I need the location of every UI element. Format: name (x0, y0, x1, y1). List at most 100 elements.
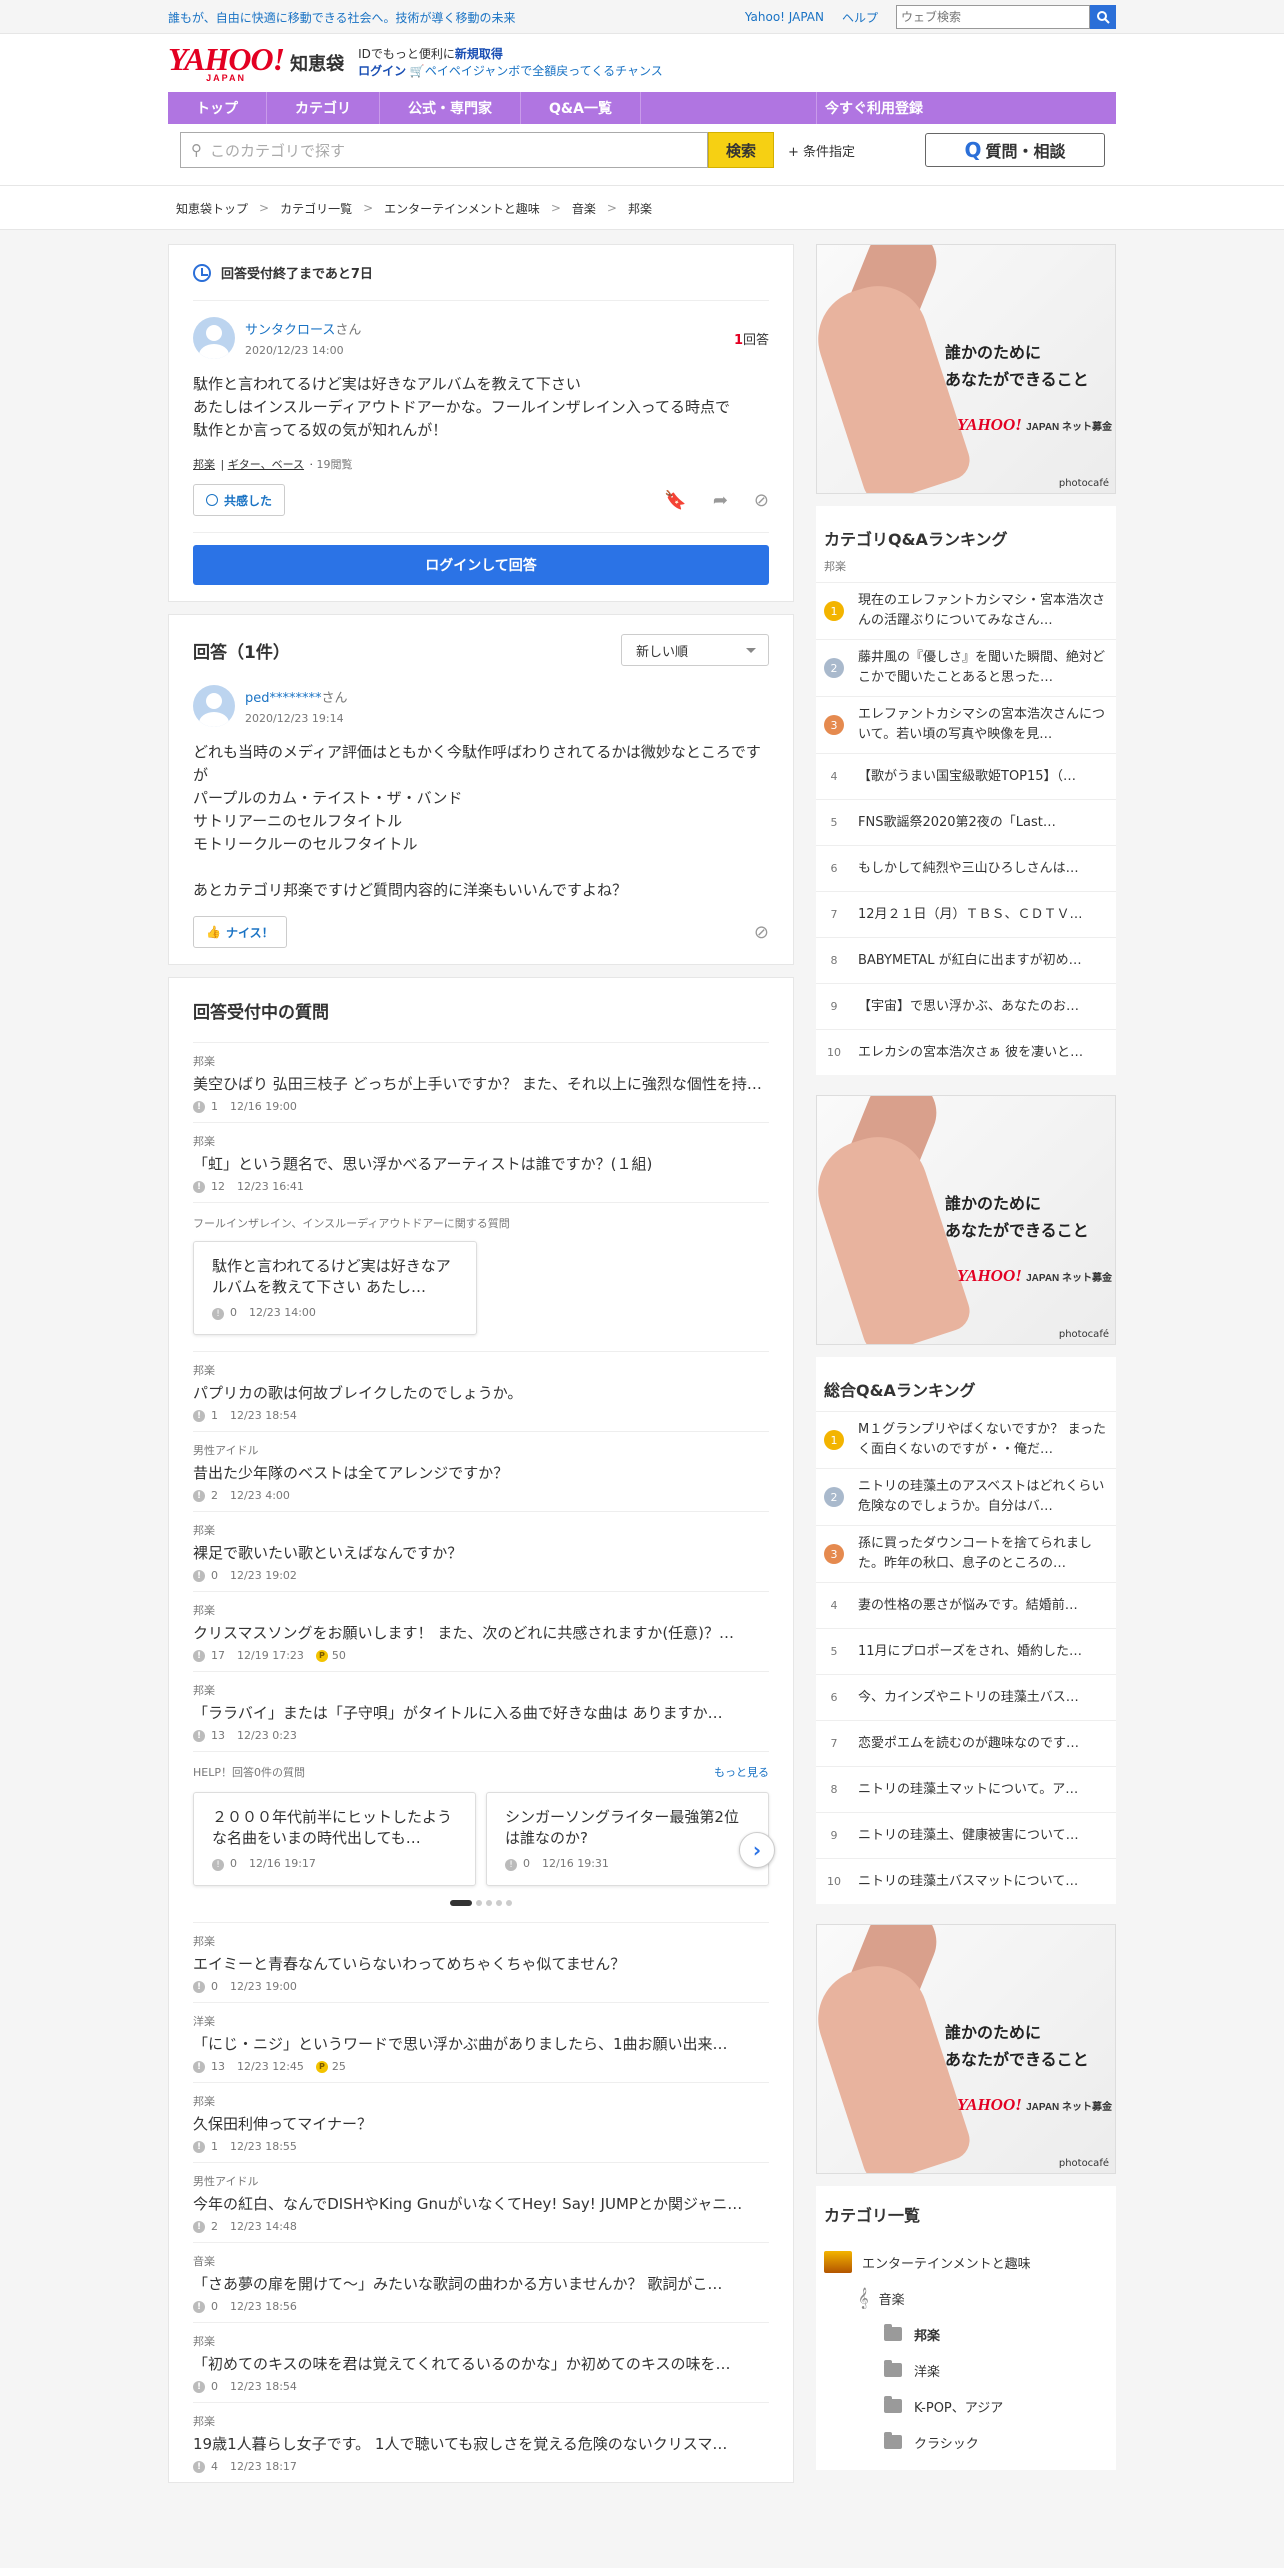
search-icon[interactable] (1090, 5, 1116, 29)
question-title[interactable]: 美空ひばり 弘田三枝子 どっちが上手いですか？ また、それ以上に強烈な個性を持っ… (193, 1073, 769, 1094)
question-title[interactable]: クリスマスソングをお願いします！ また、次のどれに共感されますか(任意)？… (193, 1622, 769, 1643)
question-title[interactable]: 昔出た少年隊のベストは全てアレンジですか？ (193, 1462, 769, 1483)
question-list-item[interactable]: 邦楽 19歳1人暮らし女子です。 1人で聴いても寂しさを覚える危険のないクリスマ…… (193, 2402, 769, 2482)
question-title[interactable]: 「初めてのキスの味を君は覚えてくれてるいるのかな」か初めてのキスの味を… (193, 2353, 769, 2374)
more-link[interactable]: もっと見る (714, 1764, 769, 1780)
advanced-search-link[interactable]: + 条件指定 (788, 141, 855, 160)
breadcrumb-item[interactable]: 邦楽 (628, 200, 652, 217)
question-title[interactable]: 久保田利伸ってマイナー？ (193, 2113, 769, 2134)
ranking-item[interactable]: 9 【宇宙】で思い浮かぶ、あなたのお… (816, 983, 1116, 1029)
ad-banner[interactable]: 誰かのために あなたができること YAHOO! JAPAN ネット募金 photo… (816, 244, 1116, 494)
block-icon[interactable]: ⊘ (754, 922, 769, 943)
ranking-item[interactable]: 8 BABYMETAL が紅白に出ますが初め… (816, 937, 1116, 983)
question-list-item[interactable]: 邦楽 久保田利伸ってマイナー？! 1 12/23 18:55 (193, 2082, 769, 2162)
breadcrumb-item[interactable]: 音楽 (572, 200, 596, 217)
breadcrumb-item[interactable]: カテゴリ一覧 (280, 200, 352, 217)
question-list-item[interactable]: 洋楽 「にじ・ニジ」というワードで思い浮かぶ曲がありましたら、1曲お願い出来…! 1… (193, 2002, 769, 2082)
question-title[interactable]: 「にじ・ニジ」というワードで思い浮かぶ曲がありましたら、1曲お願い出来… (193, 2033, 769, 2054)
question-title[interactable]: 19歳1人暮らし女子です。 1人で聴いても寂しさを覚える危険のないクリスマ… (193, 2433, 769, 2454)
block-icon[interactable]: ⊘ (754, 490, 769, 511)
ranking-item[interactable]: 8 ニトリの珪藻土マットについて。ア… (816, 1766, 1116, 1812)
ranking-item[interactable]: 10 ニトリの珪藻土バスマットについて… (816, 1858, 1116, 1904)
ranking-item[interactable]: 10 エレカシの宮本浩次さぁ 彼を凄いと… (816, 1029, 1116, 1075)
nav-official[interactable]: 公式・専門家 (380, 92, 521, 124)
chevron-right-icon[interactable]: › (739, 1832, 775, 1868)
question-category[interactable]: 邦楽 (193, 1522, 769, 1538)
answerer-name[interactable]: ped********さん (245, 687, 348, 706)
question-category[interactable]: 邦楽 (193, 1133, 769, 1149)
yahoo-logo[interactable]: YAHOO! JAPAN (168, 43, 285, 83)
question-list-item[interactable]: 邦楽 「虹」という題名で、思い浮かべるアーティストは誰ですか？(１組)! 12 12/… (193, 1122, 769, 1202)
category-music[interactable]: 𝄞 音楽 (824, 2280, 1108, 2316)
help-link[interactable]: ヘルプ (842, 9, 878, 26)
ranking-item[interactable]: 7 恋愛ポエムを読むのが趣味なのです… (816, 1720, 1116, 1766)
help-question-card[interactable]: シンガーソングライター最強第2位は誰なのか? ! 0 12/16 19:31 (486, 1792, 769, 1886)
question-list-item[interactable]: 邦楽 パプリカの歌は何故ブレイクしたのでしょうか。! 1 12/23 18:54 (193, 1351, 769, 1431)
ranking-item[interactable]: 1 現在のエレファントカシマシ・宮本浩次さんの活躍ぶりについてみなさん… (816, 582, 1116, 639)
promo-link[interactable]: ペイペイジャンボで全額戻ってくるチャンス (425, 64, 663, 78)
question-title[interactable]: 「さあ夢の扉を開けて〜」みたいな歌詞の曲わかる方いませんか？ 歌詞がこ… (193, 2273, 769, 2294)
avatar[interactable] (193, 685, 235, 727)
category-item[interactable]: 洋楽 (824, 2352, 1108, 2388)
nice-button[interactable]: 👍 ナイス！ (193, 916, 287, 948)
question-category[interactable]: 邦楽 (193, 2093, 769, 2109)
breadcrumb-item[interactable]: 知恵袋トップ (176, 200, 248, 217)
ranking-item[interactable]: 2 ニトリの珪藻土のアスベストはどれくらい危険なのでしょうか。自分はバ… (816, 1468, 1116, 1525)
breadcrumb-item[interactable]: エンターテインメントと趣味 (384, 200, 540, 217)
question-category[interactable]: 邦楽 (193, 1682, 769, 1698)
related-question-card[interactable]: 駄作と言われてるけど実は好きなアルバムを教えて下さい あたし… ! 0 12/23 … (193, 1241, 477, 1335)
question-list-item[interactable]: 邦楽クリスマスソングをお願いします！ また、次のどれに共感されますか(任意)？…… (193, 1591, 769, 1671)
ad-banner[interactable]: 誰かのために あなたができること YAHOO! JAPAN ネット募金 photo… (816, 1095, 1116, 1345)
question-list-item[interactable]: 男性アイドル 今年の紅白、なんでDISHやKing GnuがいなくてHey! Sa… (193, 2162, 769, 2242)
ranking-item[interactable]: 3 孫に買ったダウンコートを捨てられました。昨年の秋口、息子のところの… (816, 1525, 1116, 1582)
tag-link[interactable]: 邦楽 (193, 458, 215, 471)
ranking-item[interactable]: 4 妻の性格の悪さが悩みです。結婚前… (816, 1582, 1116, 1628)
category-root[interactable]: エンターテインメントと趣味 (824, 2244, 1108, 2280)
nav-category[interactable]: カテゴリ (267, 92, 380, 124)
question-list-item[interactable]: 男性アイドル 昔出た少年隊のベストは全てアレンジですか？! 2 12/23 4:00 (193, 1431, 769, 1511)
question-category[interactable]: 音楽 (193, 2253, 769, 2269)
question-title[interactable]: 裸足で歌いたい歌といえばなんですか？ (193, 1542, 769, 1563)
question-list-item[interactable]: 邦楽美空ひばり 弘田三枝子 どっちが上手いですか？ また、それ以上に強烈な個性を… (193, 1042, 769, 1122)
ranking-item[interactable]: 3 エレファントカシマシの宮本浩次さんについて。若い頃の写真や映像を見… (816, 696, 1116, 753)
category-item[interactable]: K-POP、アジア (824, 2388, 1108, 2424)
question-category[interactable]: 邦楽 (193, 1602, 769, 1618)
question-category[interactable]: 邦楽 (193, 2413, 769, 2429)
bookmark-icon[interactable]: 🔖 (664, 490, 686, 511)
question-title[interactable]: 今年の紅白、なんでDISHやKing GnuがいなくてHey! Say! JUM… (193, 2193, 769, 2214)
ranking-item[interactable]: 5 FNS歌謡祭2020第2夜の「Last… (816, 799, 1116, 845)
login-answer-button[interactable]: ログインして回答 (193, 545, 769, 585)
question-category[interactable]: 男性アイドル (193, 1442, 769, 1458)
ranking-item[interactable]: 6 今、カインズやニトリの珪藻土バス… (816, 1674, 1116, 1720)
help-question-card[interactable]: ２０００年代前半にヒットしたような名曲をいまの時代出しても… ! 0 12/16 1… (193, 1792, 476, 1886)
login-link[interactable]: ログイン (358, 64, 406, 78)
sort-select[interactable]: 新しい順 (621, 634, 769, 666)
question-title[interactable]: 「虹」という題名で、思い浮かべるアーティストは誰ですか？(１組) (193, 1153, 769, 1174)
question-category[interactable]: 邦楽 (193, 1933, 769, 1949)
nav-top[interactable]: トップ (168, 92, 267, 124)
promo-tagline[interactable]: 誰もが、自由に快適に移動できる社会へ。技術が導く移動の未来 (168, 9, 745, 26)
question-category[interactable]: 邦楽 (193, 1362, 769, 1378)
nav-qa-list[interactable]: Q&A一覧 (521, 92, 641, 124)
question-category[interactable]: 邦楽 (193, 2333, 769, 2349)
question-list-item[interactable]: 邦楽 裸足で歌いたい歌といえばなんですか？! 0 12/23 19:02 (193, 1511, 769, 1591)
ranking-item[interactable]: 2 藤井風の『優しさ』を聞いた瞬間、絶対どこかで聞いたことあると思った… (816, 639, 1116, 696)
question-title[interactable]: エイミーと青春なんていらないわってめちゃくちゃ似てません？ (193, 1953, 769, 1974)
share-icon[interactable]: ➦ (713, 490, 728, 511)
web-search-input[interactable] (896, 5, 1090, 29)
signup-link[interactable]: 新規取得 (455, 47, 503, 61)
question-category[interactable]: 邦楽 (193, 1053, 769, 1069)
question-category[interactable]: 洋楽 (193, 2013, 769, 2029)
ranking-item[interactable]: 4 【歌がうまい国宝級歌姫TOP15】（… (816, 753, 1116, 799)
ask-question-button[interactable]: Q 質問・相談 (925, 133, 1106, 167)
question-list-item[interactable]: 音楽 「さあ夢の扉を開けて〜」みたいな歌詞の曲わかる方いませんか？ 歌詞がこ…! 0… (193, 2242, 769, 2322)
category-item[interactable]: 邦楽 (824, 2316, 1108, 2352)
tag-link[interactable]: ギター、ベース (228, 458, 304, 471)
service-name[interactable]: 知恵袋 (290, 50, 344, 76)
question-list-item[interactable]: 邦楽 「初めてのキスの味を君は覚えてくれてるいるのかな」か初めてのキスの味を…! 0… (193, 2322, 769, 2402)
register-now-link[interactable]: 今すぐ利用登録 (816, 92, 1116, 124)
ranking-item[interactable]: 1 M１グランプリやばくないですか？ まったく面白くないのですが・・俺だ… (816, 1411, 1116, 1468)
category-search-input[interactable]: ⚲ このカテゴリで探す (180, 132, 708, 168)
answer-count[interactable]: 1回答 (734, 329, 769, 348)
ranking-item[interactable]: 7 12月２１日（月）ＴＢＳ、ＣＤＴＶ… (816, 891, 1116, 937)
